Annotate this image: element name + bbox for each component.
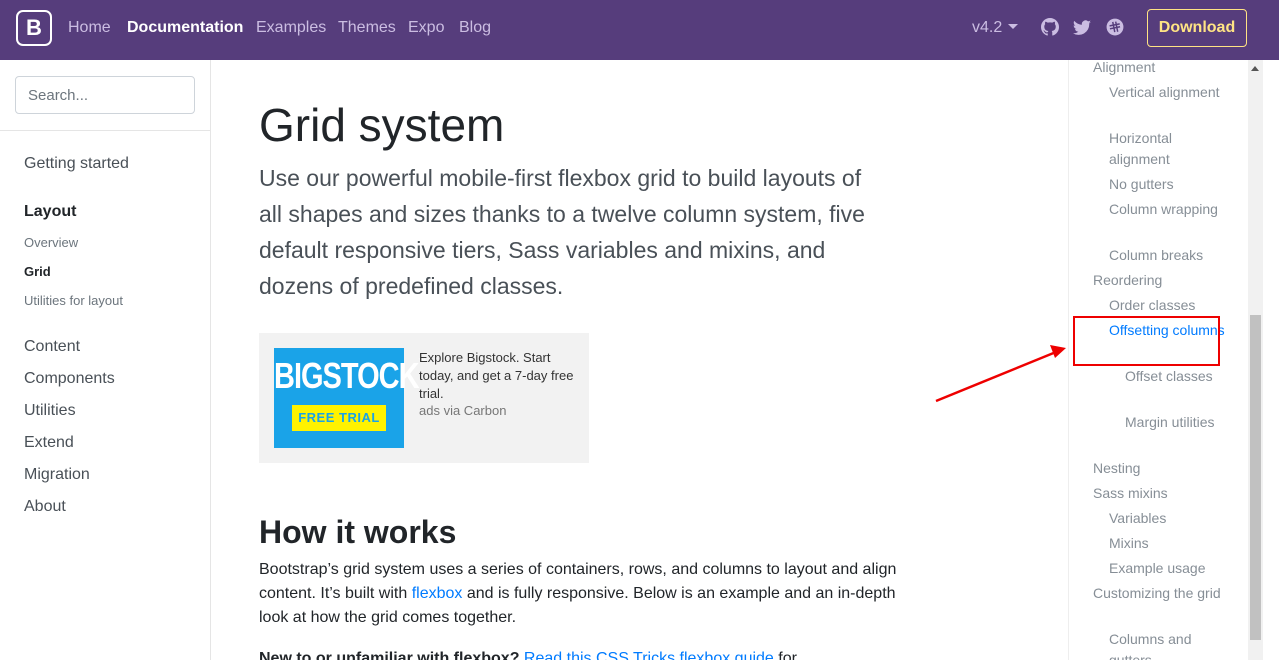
nav-themes[interactable]: Themes [338,19,396,37]
flexbox-note-paragraph: New to or unfamiliar with flexbox? Read … [259,647,899,660]
github-icon[interactable] [1041,18,1059,36]
twitter-icon[interactable] [1073,18,1091,36]
download-button[interactable]: Download [1147,9,1247,47]
toc-link-column-wrapping[interactable]: Column wrapping [1109,199,1229,220]
sidebar-item-utilities[interactable]: Utilities [24,402,76,420]
toc-link-margin-utilities[interactable]: Margin utilities [1125,412,1235,433]
sidebar-item-content[interactable]: Content [24,338,80,356]
slack-icon[interactable] [1106,18,1124,36]
window-edge [1263,60,1279,660]
toc-link-customizing-the-grid[interactable]: Customizing the grid [1093,583,1243,604]
toc-link-alignment[interactable]: Alignment [1093,60,1243,78]
toc-link-example-usage[interactable]: Example usage [1109,558,1229,579]
toc-link-mixins[interactable]: Mixins [1109,533,1229,554]
version-dropdown[interactable]: v4.2 [972,19,1019,37]
how-it-works-paragraph: Bootstrap’s grid system uses a series of… [259,561,897,626]
css-tricks-link[interactable]: Read this CSS Tricks flexbox guide [524,650,774,660]
bigstock-logo: BIGSTOCK™ [274,356,427,397]
toc-link-vertical-alignment[interactable]: Vertical alignment [1109,82,1229,103]
top-navbar: B Home Documentation Examples Themes Exp… [0,0,1279,60]
ads-via-carbon-link[interactable]: ads via Carbon [419,403,506,418]
toc-link-reordering[interactable]: Reordering [1093,270,1243,291]
search-form [0,60,210,131]
sidebar-subitem-overview[interactable]: Overview [24,235,78,250]
scrollbar-thumb[interactable] [1250,315,1261,640]
table-of-contents: Alignment Vertical alignment Horizontal … [1068,60,1248,660]
flexbox-link[interactable]: flexbox [412,585,463,602]
bootstrap-logo[interactable]: B [16,10,52,46]
toc-link-columns-and-gutters[interactable]: Columns and gutters [1109,629,1229,660]
nav-examples[interactable]: Examples [256,19,326,37]
search-input[interactable] [15,76,195,114]
sidebar-item-migration[interactable]: Migration [24,466,90,484]
bigstock-ad-image[interactable]: BIGSTOCK™ FREE TRIAL [274,348,427,448]
nav-documentation[interactable]: Documentation [127,19,243,37]
sidebar-subitem-grid[interactable]: Grid [24,264,51,279]
nav-expo[interactable]: Expo [408,19,444,37]
page-title: Grid system [259,99,505,151]
toc-link-no-gutters[interactable]: No gutters [1109,174,1229,195]
toc-link-nesting[interactable]: Nesting [1093,458,1243,479]
sidebar-item-getting-started[interactable]: Getting started [24,155,129,173]
main-content: Grid system Use our powerful mobile-firs… [211,60,1068,660]
page-scrollbar[interactable] [1248,60,1263,660]
chevron-down-icon [1008,24,1019,29]
toc-link-offset-classes[interactable]: Offset classes [1125,366,1235,387]
toc-link-column-breaks[interactable]: Column breaks [1109,245,1229,266]
sidebar-item-layout[interactable]: Layout [24,203,76,221]
lead-paragraph: Use our powerful mobile-first flexbox gr… [259,165,865,299]
ad-text-link[interactable]: Explore Bigstock. Start today, and get a… [419,349,579,403]
sidebar-item-extend[interactable]: Extend [24,434,74,452]
sidebar-item-about[interactable]: About [24,498,66,516]
how-it-works-heading: How it works [259,514,457,550]
toc-link-variables[interactable]: Variables [1109,508,1229,529]
version-label: v4.2 [972,19,1003,36]
free-trial-badge: FREE TRIAL [292,405,386,431]
nav-blog[interactable]: Blog [459,19,491,37]
sidebar-subitem-utilities-for-layout[interactable]: Utilities for layout [24,293,123,308]
sidebar-item-components[interactable]: Components [24,370,115,388]
carbon-ad: BIGSTOCK™ FREE TRIAL Explore Bigstock. S… [259,333,589,463]
scroll-up-arrow-icon[interactable] [1251,66,1259,71]
toc-link-offsetting-columns[interactable]: Offsetting columns [1109,320,1229,341]
nav-home[interactable]: Home [68,19,111,37]
toc-link-horizontal-alignment[interactable]: Horizontal alignment [1109,128,1229,170]
docs-sidebar: Getting started Layout Overview Grid Uti… [0,60,211,660]
toc-link-order-classes[interactable]: Order classes [1109,295,1229,316]
toc-link-sass-mixins[interactable]: Sass mixins [1093,483,1243,504]
